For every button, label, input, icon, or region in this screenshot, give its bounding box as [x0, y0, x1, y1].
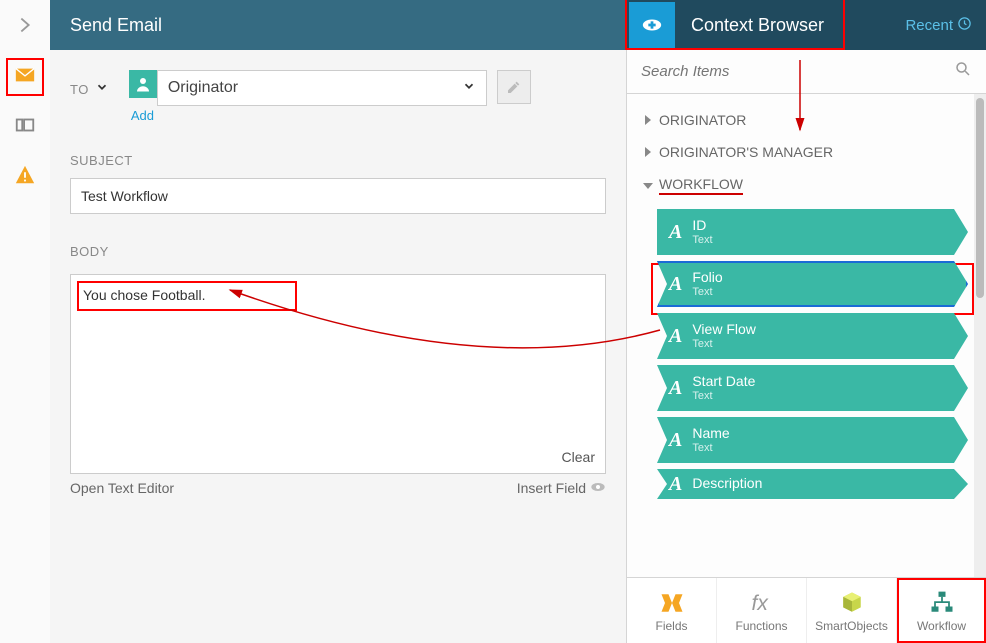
rail-collapse[interactable]	[6, 8, 44, 46]
context-tree: ORIGINATOR ORIGINATOR'S MANAGER WORKFLOW…	[627, 94, 986, 577]
subject-input[interactable]	[70, 178, 606, 214]
to-label: TO	[70, 82, 89, 97]
tab-functions[interactable]: fx Functions	[717, 578, 807, 643]
fields-icon	[658, 589, 686, 617]
scrollbar-thumb[interactable]	[976, 98, 984, 298]
form-icon	[14, 114, 36, 141]
caret-icon	[645, 147, 651, 157]
text-type-icon: A	[669, 221, 682, 244]
text-type-icon: A	[669, 473, 682, 496]
warning-icon	[14, 164, 36, 191]
caret-icon	[643, 183, 653, 189]
open-text-editor-link[interactable]: Open Text Editor	[70, 480, 174, 496]
context-tabs: Fields fx Functions SmartObjects Workflo…	[627, 577, 986, 643]
clear-button[interactable]: Clear	[562, 449, 595, 465]
body-label: BODY	[70, 244, 606, 259]
field-chip-description[interactable]: A Description	[657, 469, 968, 499]
body-text: You chose Football.	[83, 287, 205, 303]
context-browser-panel: Context Browser Recent ORIGINATOR ORIGIN…	[626, 0, 986, 643]
scrollbar[interactable]	[974, 94, 986, 577]
tab-workflow[interactable]: Workflow	[897, 578, 986, 643]
search-input[interactable]	[641, 63, 954, 80]
clock-icon	[957, 16, 972, 35]
text-type-icon: A	[669, 429, 682, 452]
to-row: TO Originator	[70, 70, 606, 123]
rail-email[interactable]	[6, 58, 44, 96]
text-type-icon: A	[669, 377, 682, 400]
subject-section: SUBJECT	[70, 153, 606, 214]
body-section: BODY You chose Football. Clear Open Text…	[70, 244, 606, 496]
field-chip-viewflow[interactable]: A View FlowText	[657, 313, 968, 359]
rail-warning[interactable]	[6, 158, 44, 196]
tab-smartobjects[interactable]: SmartObjects	[807, 578, 897, 643]
caret-icon	[645, 115, 651, 125]
main-header: Send Email	[50, 0, 626, 50]
svg-text:fx: fx	[751, 592, 769, 615]
envelope-icon	[14, 64, 36, 91]
field-chip-name[interactable]: A NameText	[657, 417, 968, 463]
insert-field-link[interactable]: Insert Field	[517, 480, 606, 496]
smartobjects-icon	[838, 589, 866, 617]
eye-plus-icon	[641, 14, 663, 36]
field-chip-folio[interactable]: A FolioText	[657, 261, 968, 307]
page-title: Send Email	[70, 15, 162, 36]
add-recipient-link[interactable]: Add	[129, 108, 487, 123]
to-label-wrap[interactable]: TO	[70, 70, 109, 99]
field-chip-id[interactable]: A IDText	[657, 209, 968, 255]
search-row	[627, 50, 986, 94]
insert-icon	[590, 480, 606, 496]
tree-item-originator[interactable]: ORIGINATOR	[627, 104, 986, 136]
functions-icon: fx	[748, 589, 776, 617]
context-title: Context Browser	[691, 15, 905, 36]
rail-form[interactable]	[6, 108, 44, 146]
context-header: Context Browser Recent	[627, 0, 986, 50]
field-chip-startdate[interactable]: A Start DateText	[657, 365, 968, 411]
main-content: TO Originator	[50, 50, 626, 643]
subject-label: SUBJECT	[70, 153, 606, 168]
chevron-down-icon	[95, 80, 109, 99]
user-icon	[129, 70, 157, 98]
edit-recipient-button[interactable]	[497, 70, 531, 104]
workflow-icon	[928, 589, 956, 617]
tree-item-manager[interactable]: ORIGINATOR'S MANAGER	[627, 136, 986, 168]
text-type-icon: A	[669, 325, 682, 348]
recipient-select[interactable]: Originator	[157, 70, 487, 106]
recent-link[interactable]: Recent	[905, 16, 972, 35]
main-panel: Send Email TO Originator	[50, 0, 626, 643]
chevron-right-icon	[14, 14, 36, 41]
recipient-name: Originator	[158, 79, 452, 97]
chevron-down-icon	[452, 79, 486, 98]
text-type-icon: A	[669, 273, 682, 296]
body-editor[interactable]: You chose Football. Clear	[70, 274, 606, 474]
context-toggle-button[interactable]	[629, 2, 675, 48]
left-rail	[0, 0, 50, 643]
tree-item-workflow[interactable]: WORKFLOW	[627, 168, 986, 203]
tab-fields[interactable]: Fields	[627, 578, 717, 643]
search-icon[interactable]	[954, 60, 972, 83]
